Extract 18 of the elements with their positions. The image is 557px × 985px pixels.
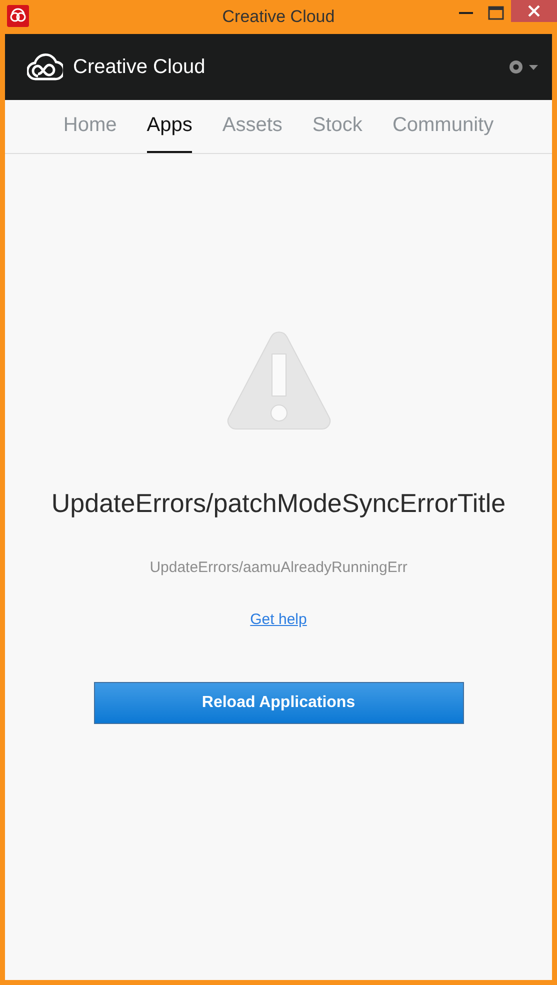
- window-title: Creative Cloud: [222, 7, 335, 27]
- error-title: UpdateErrors/patchModeSyncErrorTitle: [51, 488, 506, 519]
- maximize-icon: [488, 6, 504, 20]
- app-icon: [7, 5, 29, 27]
- nav-tab[interactable]: Apps: [146, 100, 192, 153]
- nav-tab[interactable]: Community: [392, 100, 494, 153]
- caret-icon: [529, 64, 538, 70]
- cloud-logo-icon: [27, 52, 63, 82]
- nav-tab[interactable]: Assets: [222, 100, 282, 153]
- header-title: Creative Cloud: [73, 56, 206, 78]
- reload-button[interactable]: Reload Applications: [94, 682, 464, 724]
- nav-tab[interactable]: Stock: [312, 100, 362, 153]
- close-icon: [528, 5, 540, 17]
- help-link[interactable]: Get help: [250, 611, 307, 628]
- error-message: UpdateErrors/aamuAlreadyRunningErr: [150, 559, 408, 576]
- minimize-icon: [459, 11, 473, 15]
- close-button[interactable]: [511, 0, 557, 22]
- nav-tab[interactable]: Home: [63, 100, 117, 153]
